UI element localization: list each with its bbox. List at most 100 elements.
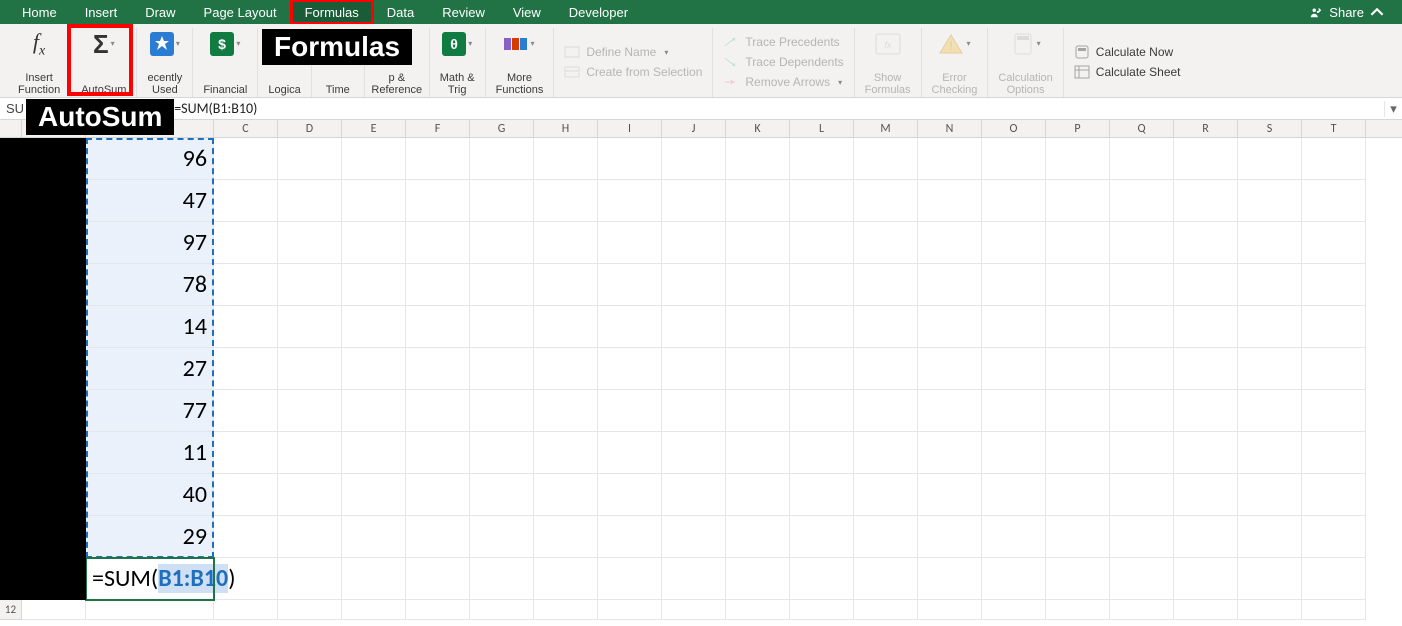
cell[interactable]	[278, 600, 342, 620]
cell[interactable]	[918, 222, 982, 264]
cell[interactable]: 96	[86, 138, 214, 180]
tab-page-layout[interactable]: Page Layout	[190, 0, 291, 24]
cell[interactable]	[1238, 264, 1302, 306]
cell[interactable]	[662, 180, 726, 222]
cell[interactable]	[470, 516, 534, 558]
cell[interactable]	[406, 222, 470, 264]
cell[interactable]: 27	[86, 348, 214, 390]
cell[interactable]	[662, 138, 726, 180]
cell[interactable]	[790, 432, 854, 474]
cell[interactable]	[854, 222, 918, 264]
cell[interactable]	[1302, 306, 1366, 348]
col-header-K[interactable]: K	[726, 120, 790, 137]
cell[interactable]	[1046, 432, 1110, 474]
cell[interactable]	[598, 474, 662, 516]
cell[interactable]	[854, 432, 918, 474]
cell[interactable]	[1110, 390, 1174, 432]
cell[interactable]	[214, 306, 278, 348]
cell[interactable]	[1238, 558, 1302, 600]
select-all-corner[interactable]	[0, 120, 22, 137]
cell[interactable]	[1238, 348, 1302, 390]
cell[interactable]	[1110, 180, 1174, 222]
cell[interactable]	[662, 348, 726, 390]
cell[interactable]: 47	[86, 180, 214, 222]
logical-button[interactable]: ? ▾ Logica	[264, 28, 304, 96]
col-header-G[interactable]: G	[470, 120, 534, 137]
cell[interactable]	[1174, 138, 1238, 180]
tab-data[interactable]: Data	[373, 0, 428, 24]
cell[interactable]	[342, 390, 406, 432]
cell[interactable]	[470, 138, 534, 180]
cell[interactable]	[1110, 600, 1174, 620]
cell[interactable]	[1238, 390, 1302, 432]
cell[interactable]	[726, 222, 790, 264]
cell[interactable]	[982, 600, 1046, 620]
cell[interactable]	[534, 138, 598, 180]
cell[interactable]	[662, 222, 726, 264]
cell[interactable]	[918, 432, 982, 474]
cell[interactable]	[406, 600, 470, 620]
cell[interactable]	[470, 348, 534, 390]
cell[interactable]	[278, 516, 342, 558]
cell[interactable]	[918, 180, 982, 222]
cell[interactable]	[982, 222, 1046, 264]
cell[interactable]	[1174, 516, 1238, 558]
cell[interactable]	[662, 558, 726, 600]
cell[interactable]	[342, 306, 406, 348]
financial-button[interactable]: $ ▾ Financial	[199, 28, 251, 96]
cell[interactable]	[342, 138, 406, 180]
cell[interactable]	[1302, 432, 1366, 474]
cell[interactable]	[598, 222, 662, 264]
tab-formulas[interactable]: Formulas	[291, 0, 373, 24]
col-header-B[interactable]: B	[86, 120, 214, 137]
cell[interactable]	[406, 516, 470, 558]
insert-function-button[interactable]: fx Insert Function	[14, 28, 64, 96]
cell[interactable]	[278, 474, 342, 516]
cell[interactable]	[342, 516, 406, 558]
cell[interactable]	[406, 180, 470, 222]
col-header-C[interactable]: C	[214, 120, 278, 137]
cell[interactable]	[342, 222, 406, 264]
cell[interactable]	[1302, 180, 1366, 222]
col-header-T[interactable]: T	[1302, 120, 1366, 137]
cell[interactable]	[790, 390, 854, 432]
cell[interactable]	[1046, 516, 1110, 558]
financial-dropdown-icon[interactable]: ▾	[236, 40, 240, 49]
cell[interactable]	[982, 138, 1046, 180]
cell[interactable]	[214, 474, 278, 516]
cell[interactable]	[1238, 516, 1302, 558]
col-header-E[interactable]: E	[342, 120, 406, 137]
more-functions-dropdown-icon[interactable]: ▾	[530, 40, 534, 49]
cell[interactable]	[534, 348, 598, 390]
cell[interactable]	[598, 600, 662, 620]
cell[interactable]	[1110, 348, 1174, 390]
cell[interactable]	[342, 432, 406, 474]
tab-draw[interactable]: Draw	[131, 0, 189, 24]
cell[interactable]	[1174, 306, 1238, 348]
cell[interactable]	[726, 516, 790, 558]
cell[interactable]	[1046, 348, 1110, 390]
cell[interactable]	[1302, 600, 1366, 620]
row-header[interactable]: 12	[0, 600, 22, 620]
cell[interactable]	[1174, 390, 1238, 432]
col-header-H[interactable]: H	[534, 120, 598, 137]
cell[interactable]	[918, 306, 982, 348]
cell[interactable]	[918, 558, 982, 600]
worksheet-grid[interactable]: A B C D E F G H I J K L M N O P Q R S T …	[0, 120, 1402, 626]
col-header-Q[interactable]: Q	[1110, 120, 1174, 137]
cell[interactable]	[726, 390, 790, 432]
cell[interactable]	[214, 432, 278, 474]
cell[interactable]	[1302, 516, 1366, 558]
col-header-O[interactable]: O	[982, 120, 1046, 137]
cell[interactable]	[598, 306, 662, 348]
cell[interactable]	[406, 264, 470, 306]
cell[interactable]	[22, 600, 86, 620]
cell[interactable]	[982, 348, 1046, 390]
cell[interactable]	[342, 600, 406, 620]
calculate-sheet-button[interactable]: Calculate Sheet	[1070, 64, 1185, 80]
cell[interactable]	[598, 516, 662, 558]
cell[interactable]	[854, 600, 918, 620]
cell[interactable]	[854, 306, 918, 348]
cell[interactable]	[1046, 558, 1110, 600]
cell[interactable]	[1302, 474, 1366, 516]
